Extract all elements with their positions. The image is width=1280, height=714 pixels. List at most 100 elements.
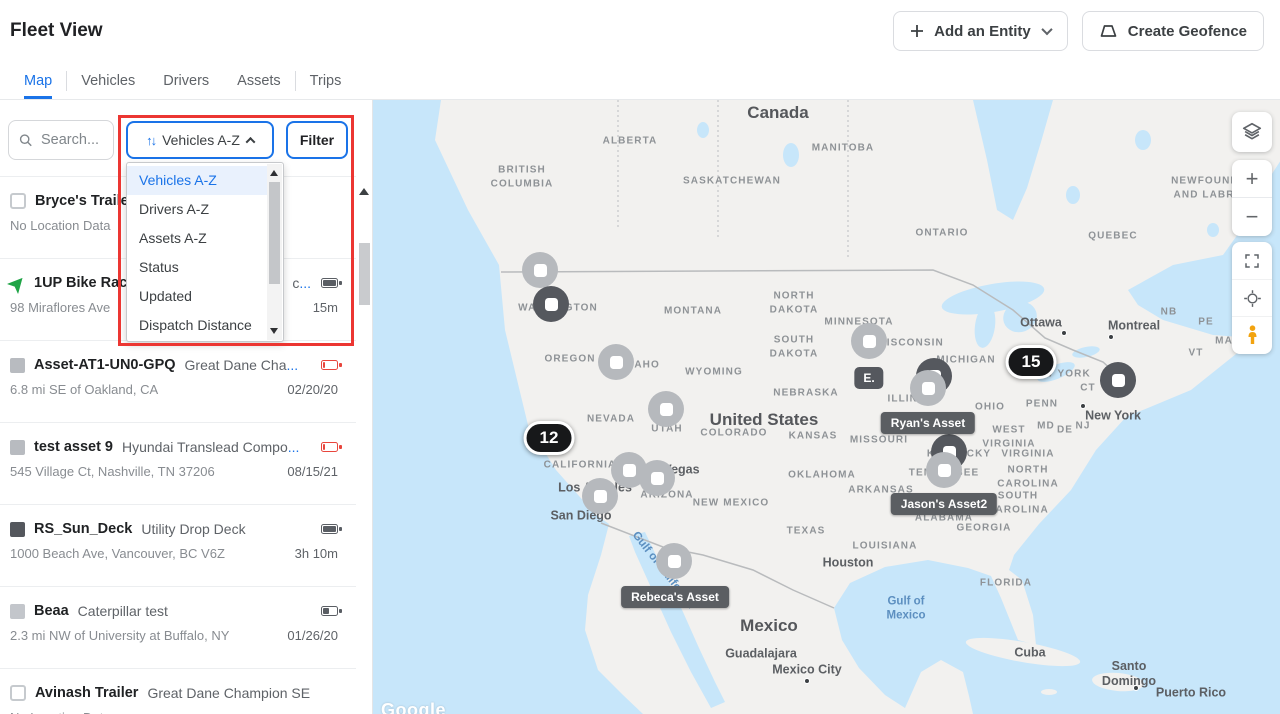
create-geofence-label: Create Geofence: [1127, 22, 1247, 40]
e-marker[interactable]: E.: [854, 367, 884, 389]
sort-option[interactable]: Dispatch Distance: [127, 311, 267, 340]
add-entity-button[interactable]: Add an Entity: [893, 11, 1068, 51]
asset-marker[interactable]: [533, 286, 569, 322]
tab-assets[interactable]: Assets: [237, 62, 281, 99]
dropdown-scrollbar[interactable]: [267, 164, 282, 340]
item-type-ellipsis[interactable]: ...: [288, 439, 300, 455]
scroll-down-icon[interactable]: [270, 328, 278, 334]
chevron-up-icon: [245, 136, 256, 147]
sort-option[interactable]: Drivers A-Z: [127, 195, 267, 224]
battery-fill: [323, 444, 325, 450]
asset-marker-glyph: [937, 463, 951, 477]
battery-icon: [321, 360, 342, 370]
asset-marker[interactable]: [648, 391, 684, 427]
cluster-marker[interactable]: 12: [523, 421, 575, 455]
asset-marker-glyph: [609, 355, 623, 369]
filter-button[interactable]: Filter: [286, 121, 348, 159]
locate-button[interactable]: [1232, 279, 1272, 316]
city-dot: [1133, 685, 1139, 691]
sort-option[interactable]: Assets A-Z: [127, 224, 267, 253]
map-tools: [1232, 242, 1272, 354]
tab-map[interactable]: Map: [24, 62, 53, 99]
cluster-marker[interactable]: 15: [1005, 345, 1057, 379]
item-status-icon[interactable]: [10, 603, 25, 619]
item-name: Avinash Trailer: [35, 685, 139, 701]
search-box[interactable]: [8, 120, 114, 160]
zoom-in-button[interactable]: +: [1232, 160, 1272, 198]
map-canvas[interactable]: Canada United States Mexico ALBERTA BRIT…: [372, 100, 1280, 714]
street-view-button[interactable]: [1232, 316, 1272, 353]
asset-marker[interactable]: [582, 478, 618, 514]
asset-marker-glyph: [1111, 373, 1125, 387]
scroll-up-icon[interactable]: [270, 170, 278, 176]
item-name: Beaa: [34, 603, 69, 619]
fullscreen-button[interactable]: [1232, 242, 1272, 279]
item-status-icon[interactable]: [10, 439, 25, 455]
item-type-text: Great Dane Champion SE: [147, 685, 311, 701]
item-location: 1000 Beach Ave, Vancouver, BC V6Z: [10, 546, 225, 561]
asset-marker-glyph: [622, 463, 636, 477]
scrollbar-thumb[interactable]: [269, 182, 280, 284]
asset-marker[interactable]: [656, 543, 692, 579]
item-status-icon[interactable]: [10, 521, 25, 537]
list-scrollbar-thumb[interactable]: [359, 243, 370, 305]
item-status-icon[interactable]: [10, 685, 26, 701]
sort-option[interactable]: Status: [127, 253, 267, 282]
list-item-header: Avinash Trailer Great Dane Champion SE: [10, 685, 338, 701]
item-updated: 15m: [312, 300, 338, 315]
list-item[interactable]: test asset 9 Hyundai Translead Compo... …: [0, 423, 356, 505]
page-title: Fleet View: [10, 20, 103, 41]
battery-fill: [323, 362, 325, 368]
sort-option[interactable]: Updated: [127, 282, 267, 311]
item-type-ellipsis[interactable]: ...: [286, 357, 298, 373]
pegman-icon: [1248, 325, 1256, 344]
item-type: Caterpillar test: [78, 603, 168, 619]
list-item-subline: 2.3 mi NW of University at Buffalo, NY 0…: [10, 628, 338, 643]
asset-marker[interactable]: [926, 452, 962, 488]
list-item[interactable]: Asset-AT1-UN0-GPQ Great Dane Cha... 6.8 …: [0, 341, 356, 423]
list-item[interactable]: Avinash Trailer Great Dane Champion SE N…: [0, 669, 356, 714]
item-status-icon[interactable]: [10, 357, 25, 373]
asset-marker[interactable]: [639, 460, 675, 496]
list-scroll-up-icon[interactable]: [359, 188, 369, 195]
layers-button[interactable]: [1232, 112, 1272, 152]
create-geofence-button[interactable]: Create Geofence: [1081, 11, 1264, 51]
sort-option[interactable]: Vehicles A-Z: [127, 166, 267, 195]
asset-marker-glyph: [650, 471, 664, 485]
content: Vehicles A-Z Filter Vehicles A-Z Drivers…: [0, 100, 1280, 714]
plus-icon: [911, 25, 924, 37]
item-location: 6.8 mi SE of Oakland, CA: [10, 382, 159, 397]
list-item[interactable]: Beaa Caterpillar test 2.3 mi NW of Unive…: [0, 587, 356, 669]
item-type: Hyundai Translead Compo...: [122, 439, 299, 455]
tab-trips[interactable]: Trips: [310, 62, 342, 99]
asset-marker[interactable]: [851, 323, 887, 359]
asset-marker[interactable]: [1100, 362, 1136, 398]
asset-marker-glyph: [862, 334, 876, 348]
search-input[interactable]: [41, 132, 105, 148]
item-name: Asset-AT1-UN0-GPQ: [34, 357, 176, 373]
sort-arrows-icon: [146, 133, 155, 148]
item-type-ellipsis[interactable]: ...: [299, 275, 311, 291]
list-item-subline: 545 Village Ct, Nashville, TN 37206 08/1…: [10, 464, 338, 479]
item-status-icon[interactable]: [7, 272, 28, 293]
list-item[interactable]: RS_Sun_Deck Utility Drop Deck 1000 Beach…: [0, 505, 356, 587]
asset-marker[interactable]: [598, 344, 634, 380]
item-updated: 08/15/21: [287, 464, 338, 479]
zoom-out-button[interactable]: −: [1232, 198, 1272, 236]
tab-vehicles[interactable]: Vehicles: [81, 62, 135, 99]
item-name: RS_Sun_Deck: [34, 521, 133, 537]
add-entity-label: Add an Entity: [934, 22, 1031, 40]
battery-fill: [323, 608, 329, 614]
battery-icon: [321, 442, 342, 452]
city-dot: [1080, 403, 1086, 409]
asset-label: Jason's Asset2: [890, 493, 998, 515]
item-status-icon[interactable]: [10, 193, 26, 209]
tab-bar: Map Vehicles Drivers Assets Trips: [0, 62, 1280, 100]
asset-marker[interactable]: [522, 252, 558, 288]
sort-dropdown-button[interactable]: Vehicles A-Z: [126, 121, 274, 159]
tab-drivers[interactable]: Drivers: [163, 62, 209, 99]
item-location: No Location Data: [10, 218, 111, 233]
asset-label: Rebeca's Asset: [621, 586, 729, 608]
asset-marker[interactable]: [910, 370, 946, 406]
item-updated: 3h 10m: [294, 546, 338, 561]
